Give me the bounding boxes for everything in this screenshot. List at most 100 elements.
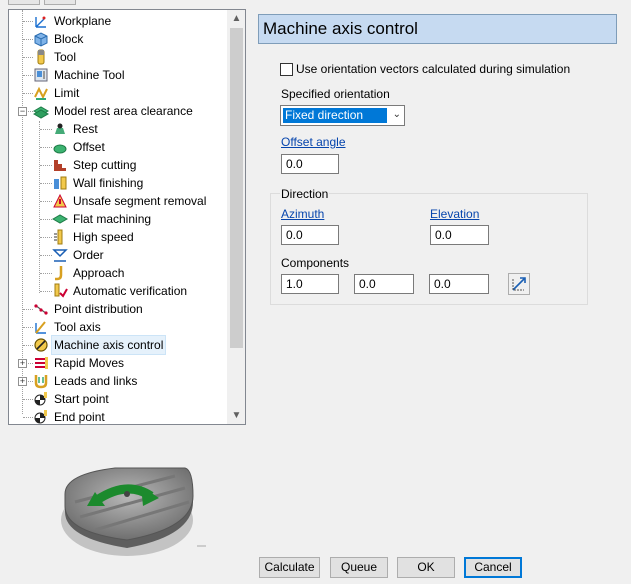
tree-item-label: Rest bbox=[73, 122, 98, 136]
tree-branch bbox=[40, 237, 52, 238]
tree-branch bbox=[23, 75, 33, 76]
component-j-input[interactable]: 0.0 bbox=[354, 274, 414, 294]
component-i-input[interactable]: 1.0 bbox=[281, 274, 339, 294]
block-icon bbox=[34, 32, 48, 47]
tree-item-label: End point bbox=[54, 410, 105, 424]
tree-branch bbox=[40, 183, 52, 184]
tree-scrollbar[interactable]: ▲ ▼ bbox=[227, 10, 245, 424]
rest-icon bbox=[55, 123, 65, 134]
tree-item-label: Order bbox=[73, 248, 104, 262]
tree-item-label: Unsafe segment removal bbox=[73, 194, 207, 208]
rapid-moves-icon bbox=[35, 357, 48, 369]
cancel-button[interactable]: Cancel bbox=[464, 557, 522, 578]
tree-branch bbox=[23, 327, 33, 328]
tree-branch bbox=[23, 345, 33, 346]
offset-icon bbox=[53, 144, 67, 154]
tree-item-label: Machine Tool bbox=[54, 68, 125, 82]
start-point-icon bbox=[34, 392, 47, 406]
tree-item-label: Flat machining bbox=[73, 212, 152, 226]
ok-button[interactable]: OK bbox=[397, 557, 455, 578]
high-speed-icon bbox=[54, 229, 63, 245]
component-k-input[interactable]: 0.0 bbox=[429, 274, 489, 294]
flat-machining-icon bbox=[52, 214, 68, 224]
tree-branch bbox=[40, 219, 52, 220]
tool-axis-icon bbox=[35, 321, 46, 334]
queue-button[interactable]: Queue bbox=[330, 557, 388, 578]
tree-item-label: Approach bbox=[73, 266, 125, 280]
tree-item-label: Block bbox=[54, 32, 84, 46]
elevation-link[interactable]: Elevation bbox=[430, 207, 479, 221]
tree-item-label: Start point bbox=[54, 392, 109, 406]
tree-item-label: Offset bbox=[73, 140, 105, 154]
tree-branch bbox=[40, 147, 52, 148]
components-label: Components bbox=[281, 256, 350, 270]
strategy-tree[interactable]: Workplane Block Tool Machine Tool Limit … bbox=[8, 9, 246, 425]
tree-branch bbox=[23, 309, 33, 310]
tree-item-label: Tool axis bbox=[54, 320, 101, 334]
expand-icon[interactable]: + bbox=[18, 359, 27, 368]
tree-branch bbox=[40, 273, 52, 274]
vector-direction-button[interactable] bbox=[508, 273, 530, 295]
machine-axis-illustration bbox=[61, 467, 194, 556]
vector-direction-icon bbox=[512, 277, 526, 291]
order-icon bbox=[52, 249, 68, 262]
approach-icon bbox=[55, 266, 63, 281]
offset-angle-input[interactable]: 0.0 bbox=[281, 154, 339, 174]
step-cutting-icon bbox=[54, 160, 66, 171]
tree-branch bbox=[23, 39, 33, 40]
tree-item-label: Tool bbox=[54, 50, 77, 64]
tree-item-label: Machine axis control bbox=[50, 335, 167, 355]
expand-icon[interactable]: + bbox=[18, 377, 27, 386]
tree-item-label: Limit bbox=[54, 86, 80, 100]
tree-item-label: High speed bbox=[73, 230, 134, 244]
use-orientation-label: Use orientation vectors calculated durin… bbox=[296, 62, 571, 76]
tree-branch bbox=[23, 93, 33, 94]
tree-branch bbox=[40, 255, 52, 256]
leads-links-icon bbox=[34, 375, 48, 389]
chevron-down-icon: ⌄ bbox=[392, 109, 401, 120]
direction-label: Direction bbox=[280, 187, 330, 201]
top-tab-1[interactable] bbox=[8, 0, 40, 5]
page-title: Machine axis control bbox=[258, 14, 617, 44]
collapse-icon[interactable]: − bbox=[18, 107, 27, 116]
unsafe-segment-icon bbox=[53, 193, 67, 208]
tree-branch bbox=[40, 129, 52, 130]
tree-branch bbox=[40, 165, 52, 166]
elevation-input[interactable]: 0.0 bbox=[430, 225, 489, 245]
tree-item-label: Workplane bbox=[54, 14, 112, 28]
use-orientation-checkbox[interactable] bbox=[280, 63, 293, 76]
tree-branch bbox=[23, 399, 33, 400]
tree-branch bbox=[40, 291, 52, 292]
tree-item-label: Point distribution bbox=[54, 302, 143, 316]
calculate-button[interactable]: Calculate bbox=[259, 557, 320, 578]
specified-orientation-value: Fixed direction bbox=[283, 108, 387, 123]
specified-orientation-label: Specified orientation bbox=[281, 87, 390, 101]
tree-item-label: Automatic verification bbox=[73, 284, 188, 298]
specified-orientation-select[interactable]: Fixed direction ⌄ bbox=[280, 105, 405, 126]
limit-icon bbox=[34, 86, 48, 100]
azimuth-input[interactable]: 0.0 bbox=[281, 225, 339, 245]
tool-icon bbox=[37, 49, 45, 65]
model-rest-area-icon bbox=[33, 106, 49, 119]
tree-item-label: Leads and links bbox=[54, 374, 138, 388]
tree-item-label: Rapid Moves bbox=[54, 356, 125, 370]
scroll-thumb[interactable] bbox=[230, 28, 243, 348]
tree-branch bbox=[23, 57, 33, 58]
scroll-up-icon[interactable]: ▲ bbox=[228, 10, 245, 27]
offset-angle-link[interactable]: Offset angle bbox=[281, 135, 346, 149]
tree-branch bbox=[23, 417, 33, 418]
workplane-icon bbox=[35, 16, 46, 28]
end-point-icon bbox=[34, 410, 47, 424]
azimuth-link[interactable]: Azimuth bbox=[281, 207, 324, 221]
scroll-down-icon[interactable]: ▼ bbox=[228, 407, 245, 424]
point-distribution-icon bbox=[34, 304, 48, 315]
wall-finishing-icon bbox=[54, 176, 67, 190]
tree-branch bbox=[23, 21, 33, 22]
machine-tool-icon bbox=[34, 68, 48, 82]
tree-item-label: Step cutting bbox=[73, 158, 137, 172]
tree-connector bbox=[22, 10, 23, 414]
tree-item-label: Model rest area clearance bbox=[54, 104, 193, 118]
top-tab-2[interactable] bbox=[44, 0, 76, 5]
tree-branch bbox=[40, 201, 52, 202]
tree-item-label: Wall finishing bbox=[73, 176, 144, 190]
